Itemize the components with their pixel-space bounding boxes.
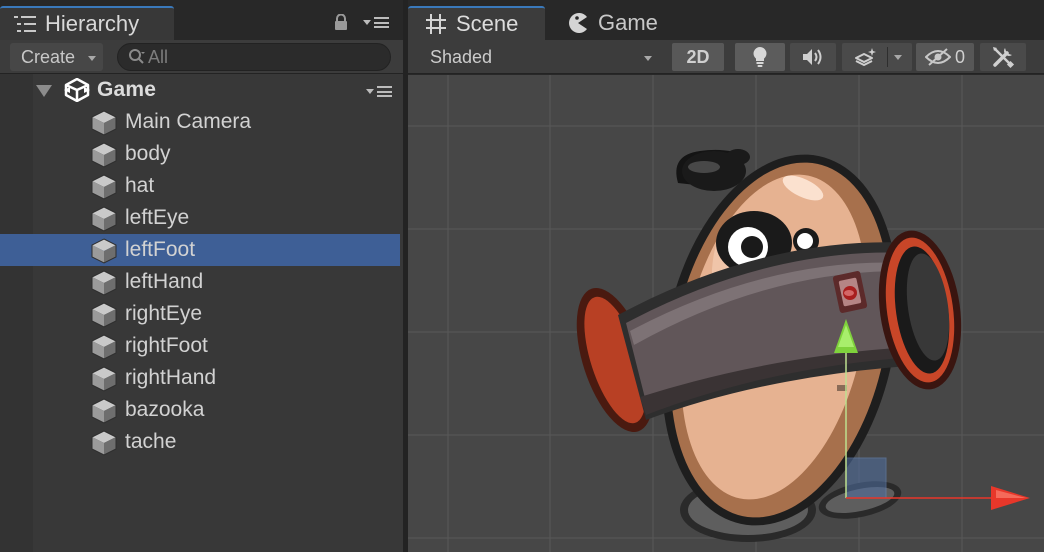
hierarchy-item-label: Main Camera — [125, 110, 252, 133]
hierarchy-item[interactable]: body — [0, 138, 400, 170]
tab-game[interactable]: Game — [548, 6, 678, 40]
hierarchy-item-label: hat — [125, 174, 155, 197]
hierarchy-item[interactable]: tache — [0, 426, 400, 458]
hierarchy-toolbar: Create — [0, 40, 403, 74]
shading-mode-dropdown[interactable]: Shaded — [418, 43, 658, 71]
hierarchy-item-label: rightFoot — [125, 334, 208, 357]
lock-icon[interactable] — [334, 14, 348, 30]
scene-name: Game — [97, 78, 157, 101]
hierarchy-item[interactable]: leftEye — [0, 202, 400, 234]
scene-canvas[interactable] — [408, 75, 1044, 552]
hierarchy-item[interactable]: rightEye — [0, 298, 400, 330]
tab-scene-label: Scene — [456, 11, 519, 36]
scene-tab-bar: Scene Game — [408, 0, 1044, 40]
chevron-down-icon — [893, 54, 902, 60]
hidden-objects-toggle[interactable]: 0 — [916, 43, 974, 71]
lightbulb-icon — [753, 47, 767, 67]
hierarchy-item[interactable]: leftHand — [0, 266, 400, 298]
hierarchy-search[interactable] — [117, 43, 391, 71]
toggle-2d-label: 2D — [686, 46, 710, 67]
rect-handle[interactable] — [845, 457, 887, 499]
gizmos-tools-icon — [993, 47, 1015, 69]
hierarchy-tree: Game Main Camera body hat leftEye leftFoot le… — [0, 74, 403, 552]
lighting-toggle-button[interactable] — [735, 43, 785, 71]
hierarchy-item[interactable]: bazooka — [0, 394, 400, 426]
hierarchy-item-label: body — [125, 142, 171, 165]
tab-scene[interactable]: Scene — [408, 6, 545, 40]
create-button-label: Create — [21, 46, 76, 67]
scene-menu-icon[interactable] — [366, 86, 392, 97]
search-icon — [129, 49, 145, 64]
chevron-down-icon — [644, 56, 652, 61]
scene-panel: Scene Game Shaded 2D 0 — [408, 0, 1044, 552]
hierarchy-item-label: leftEye — [125, 206, 190, 229]
gameobject-cube-icon — [90, 302, 118, 328]
list-icon — [14, 15, 36, 33]
hierarchy-item[interactable]: Main Camera — [0, 106, 400, 138]
hierarchy-item-label: bazooka — [125, 398, 205, 421]
unity-logo-icon — [64, 78, 90, 102]
gameobject-cube-icon — [90, 366, 118, 392]
gameobject-cube-icon — [90, 398, 118, 424]
scene-viewport[interactable] — [408, 75, 1044, 552]
tab-game-label: Game — [598, 10, 658, 35]
tab-hierarchy[interactable]: Hierarchy — [0, 6, 174, 40]
gameobject-cube-icon — [90, 238, 118, 264]
effects-icon — [854, 48, 876, 66]
fold-arrow-icon[interactable] — [36, 85, 52, 97]
pacman-icon — [569, 13, 587, 33]
gameobject-cube-icon — [90, 174, 118, 200]
gameobject-cube-icon — [90, 142, 118, 168]
shading-mode-label: Shaded — [430, 46, 493, 67]
effects-toggle-button[interactable] — [842, 43, 912, 71]
gizmos-tools-button[interactable] — [980, 43, 1026, 71]
hierarchy-panel: Hierarchy Create All Game Main Camera bo… — [0, 0, 403, 552]
hierarchy-item[interactable]: rightHand — [0, 362, 400, 394]
search-input[interactable] — [148, 46, 348, 68]
scene-toolbar: Shaded 2D 0 — [408, 40, 1044, 74]
gameobject-cube-icon — [90, 110, 118, 136]
hierarchy-tab-bar: Hierarchy — [0, 0, 403, 40]
gameobject-cube-icon — [90, 270, 118, 296]
hierarchy-tab-label: Hierarchy — [45, 11, 140, 36]
audio-icon — [803, 49, 822, 65]
hierarchy-item-label: leftHand — [125, 270, 204, 293]
grid-icon — [426, 14, 446, 34]
hierarchy-item-label: rightEye — [125, 302, 203, 325]
hierarchy-item[interactable]: leftFoot — [0, 234, 400, 266]
hidden-count: 0 — [954, 46, 965, 67]
create-button[interactable]: Create — [10, 43, 103, 71]
gameobject-cube-icon — [90, 430, 118, 456]
hierarchy-item-label: rightHand — [125, 366, 217, 389]
hidden-eye-icon — [924, 48, 951, 66]
chevron-down-icon — [88, 56, 96, 61]
hierarchy-item-label: leftFoot — [125, 238, 196, 261]
gameobject-cube-icon — [90, 334, 118, 360]
hierarchy-item-label: tache — [125, 430, 177, 453]
hierarchy-item[interactable]: hat — [0, 170, 400, 202]
panel-menu-icon[interactable] — [363, 17, 389, 28]
hierarchy-item[interactable]: rightFoot — [0, 330, 400, 362]
gameobject-cube-icon — [90, 206, 118, 232]
toggle-2d-button[interactable]: 2D — [672, 43, 724, 71]
audio-toggle-button[interactable] — [790, 43, 836, 71]
scene-row[interactable]: Game — [0, 74, 400, 106]
